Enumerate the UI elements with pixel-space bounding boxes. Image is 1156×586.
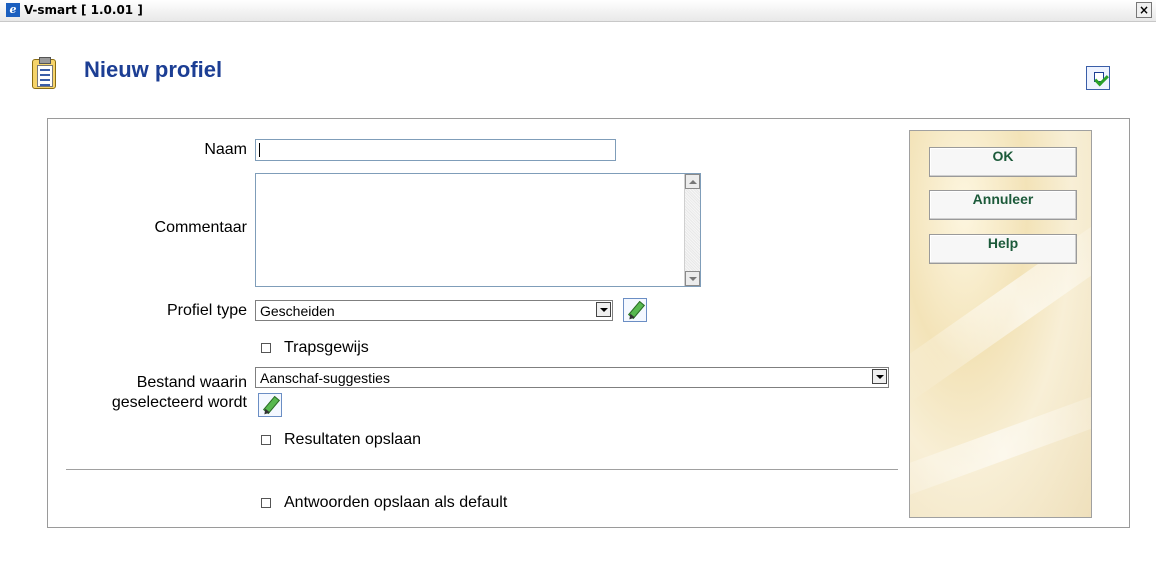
- antwoorden-label: Antwoorden opslaan als default: [284, 494, 508, 511]
- profiel-type-select[interactable]: Gescheiden: [255, 300, 613, 321]
- antwoorden-checkbox[interactable]: [261, 498, 271, 508]
- button-panel: OK Annuleer Help: [909, 130, 1092, 518]
- page-title: Nieuw profiel: [84, 57, 223, 82]
- ok-button[interactable]: OK: [929, 147, 1077, 177]
- bestand-select[interactable]: Aanschaf-suggesties: [255, 367, 889, 388]
- edit-profiel-type-pencil-icon[interactable]: [623, 298, 647, 322]
- workflow-check-icon[interactable]: [1086, 66, 1110, 90]
- scroll-down-icon[interactable]: [685, 271, 700, 286]
- commentaar-label: Commentaar: [154, 219, 247, 236]
- bestand-value: Aanschaf-suggesties: [260, 370, 390, 386]
- help-button[interactable]: Help: [929, 234, 1077, 264]
- bestand-label-line2: geselecteerd wordt: [111, 394, 247, 411]
- naam-label: Naam: [204, 141, 247, 158]
- clipboard-icon: [32, 57, 56, 89]
- naam-input[interactable]: [255, 139, 616, 161]
- bestand-label-line1: Bestand waarin: [136, 374, 247, 391]
- text-caret: [259, 143, 260, 157]
- trapsgewijs-label: Trapsgewijs: [284, 339, 369, 356]
- resultaten-checkbox[interactable]: [261, 435, 271, 445]
- profiel-type-label: Profiel type: [166, 302, 247, 319]
- browser-logo-icon: e: [6, 3, 20, 17]
- edit-bestand-pencil-icon[interactable]: [258, 393, 282, 417]
- chevron-down-icon[interactable]: [872, 369, 887, 384]
- textarea-scrollbar[interactable]: [684, 174, 700, 286]
- divider: [66, 469, 898, 471]
- trapsgewijs-checkbox[interactable]: [261, 343, 271, 353]
- scroll-up-icon[interactable]: [685, 174, 700, 189]
- profiel-type-value: Gescheiden: [260, 303, 335, 319]
- close-icon[interactable]: ×: [1136, 2, 1152, 18]
- commentaar-textarea[interactable]: [255, 173, 701, 287]
- title-bar: e V-smart [ 1.0.01 ] ×: [0, 0, 1156, 22]
- window-title: V-smart [ 1.0.01 ]: [24, 3, 143, 17]
- cancel-button[interactable]: Annuleer: [929, 190, 1077, 220]
- resultaten-label: Resultaten opslaan: [284, 431, 421, 448]
- chevron-down-icon[interactable]: [596, 302, 611, 317]
